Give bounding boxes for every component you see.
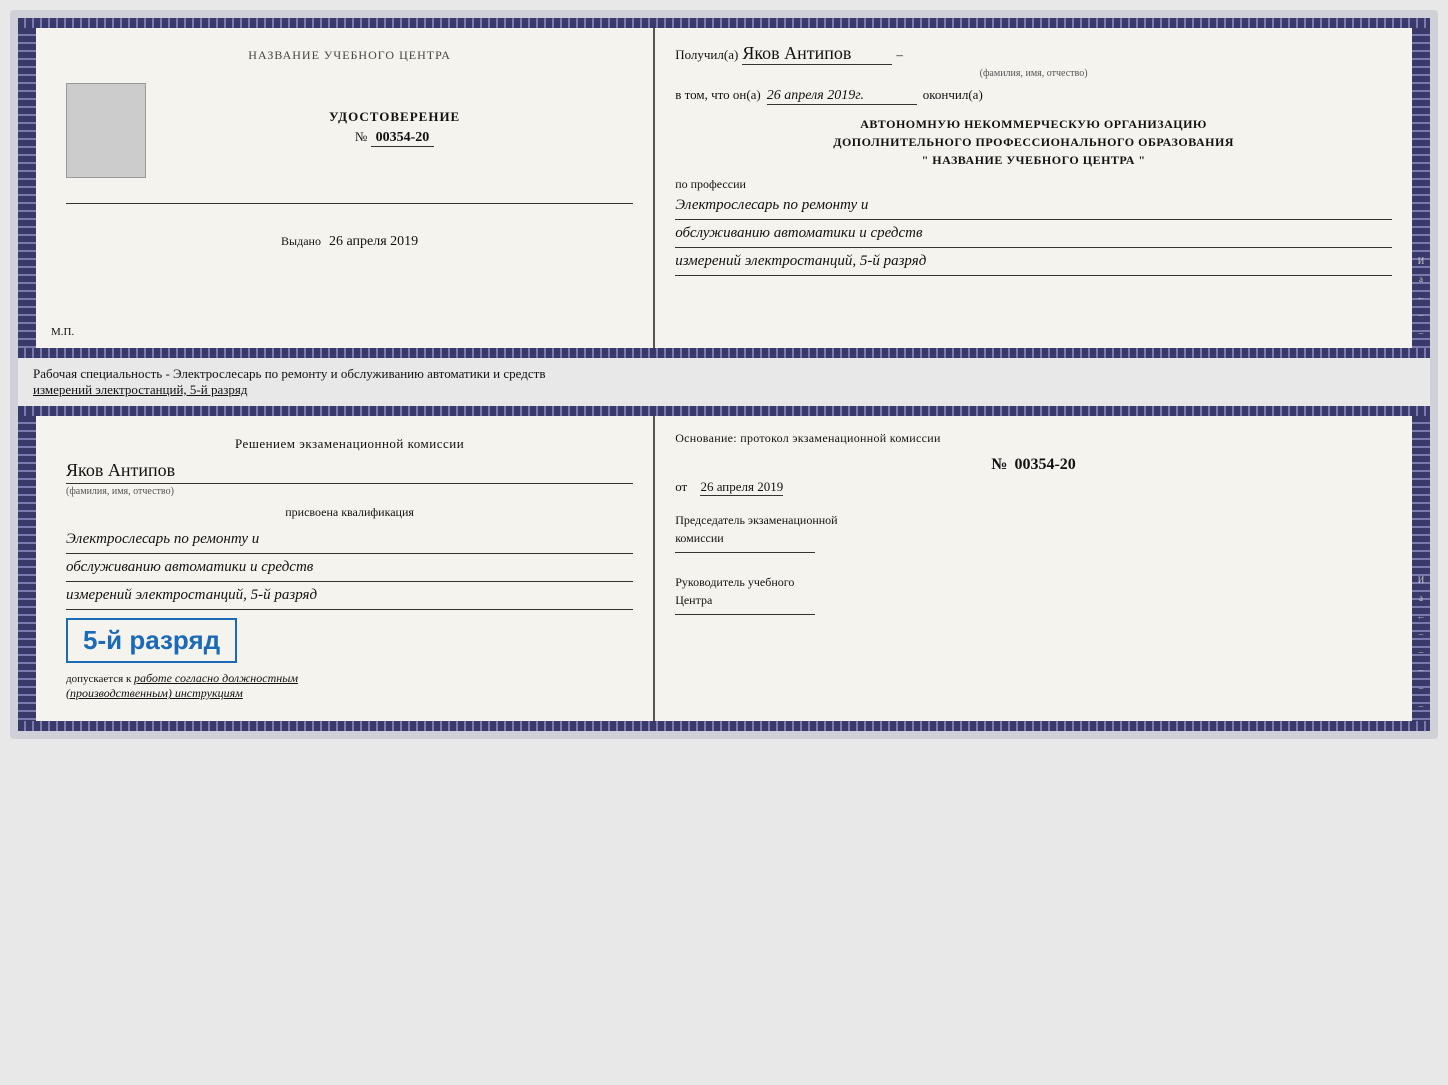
right-char-b2: а [1419,593,1423,603]
vtom-date: 26 апреля 2019г. [767,88,917,105]
doc1-right-panel: Получил(а) Яков Антипов – (фамилия, имя,… [655,28,1412,348]
doc2-left-panel: Решением экзаменационной комиссии Яков А… [36,416,655,721]
right-char-b5: – [1419,647,1424,657]
doc2-profession-line3: измерений электростанций, 5-й разряд [66,582,633,610]
udostoverenie-title: УДОСТОВЕРЕНИЕ [329,109,460,125]
predsedatel-signature-line [675,552,815,553]
right-char-b3: ← [1417,611,1426,621]
protocol-number: 00354-20 [1014,456,1075,473]
right-border-decoration-2: И а ← – – – – – [1412,416,1430,721]
predsedatel-line1: Председатель экзаменационной [675,511,1392,529]
ank-line2: ДОПОЛНИТЕЛЬНОГО ПРОФЕССИОНАЛЬНОГО ОБРАЗО… [675,133,1392,151]
profession-line1: Электрослесарь по ремонту и [675,192,1392,220]
doc2-fio-label: (фамилия, имя, отчество) [66,486,633,497]
fio-label: (фамилия, имя, отчество) [675,68,1392,79]
dopuskaetsya-label: допускается к [66,673,131,685]
vydano-label: Выдано [281,234,321,248]
udostoverenie-number: 00354-20 [371,130,435,147]
right-char-5: – [1419,328,1424,338]
right-char-b7: – [1419,683,1424,693]
middle-line2: измерений электростанций, 5-й разряд [33,382,1415,398]
predsedatel-line2: комиссии [675,529,1392,547]
po-professii-label: по профессии [675,177,1392,192]
profession-line2: обслуживанию автоматики и средств [675,220,1392,248]
right-border-decoration: И а ← – – [1412,28,1430,348]
okончил-label: окончил(а) [923,87,983,103]
ank-line3: " НАЗВАНИЕ УЧЕБНОГО ЦЕНТРА " [675,151,1392,169]
right-char-2: а [1419,274,1423,284]
vydano-date: 26 апреля 2019 [329,234,418,249]
doc1-left-panel: НАЗВАНИЕ УЧЕБНОГО ЦЕНТРА УДОСТОВЕРЕНИЕ №… [36,28,655,348]
osnovanie-label: Основание: протокол экзаменационной коми… [675,431,1392,446]
rukovoditel-line2: Центра [675,591,1392,609]
photo-placeholder [66,83,146,178]
doc2-right-panel: Основание: протокол экзаменационной коми… [655,416,1412,721]
ank-block: АВТОНОМНУЮ НЕКОММЕРЧЕСКУЮ ОРГАНИЗАЦИЮ ДО… [675,115,1392,169]
dopuskaetsya-block: допускается к работе согласно должностны… [66,671,633,701]
ot-block: от 26 апреля 2019 [675,479,1392,496]
vtom-label: в том, что он(а) [675,87,761,103]
right-char-b6: – [1419,665,1424,675]
razryad-text: 5-й разряд [83,625,220,656]
ot-label: от [675,479,687,494]
right-char-3: ← [1417,292,1426,302]
protocol-prefix: № [991,456,1007,473]
resheniem-title: Решением экзаменационной комиссии [66,436,633,452]
right-char-b4: – [1419,629,1424,639]
dopuskaetsya-value: работе согласно должностным [134,671,298,685]
ot-date: 26 апреля 2019 [700,479,783,496]
dopuskaetsya-value2: (производственным) инструкциям [66,686,243,700]
rukovoditel-line1: Руководитель учебного [675,573,1392,591]
ank-line1: АВТОНОМНУЮ НЕКОММЕРЧЕСКУЮ ОРГАНИЗАЦИЮ [675,115,1392,133]
doc2-fio-value: Яков Антипов [66,460,633,484]
mp-label: М.П. [51,326,74,338]
vydano-line: Выдано 26 апреля 2019 [281,234,418,250]
right-char-1: И [1418,256,1425,266]
left-border-decoration [18,28,36,348]
left-border-decoration-2 [18,416,36,721]
udostoverenie-block: УДОСТОВЕРЕНИЕ № 00354-20 [329,109,460,147]
protocol-number-block: № 00354-20 [675,456,1392,474]
right-char-4: – [1419,310,1424,320]
poluchil-value: Яков Антипов [742,43,892,65]
doc2-profession-line2: обслуживанию автоматики и средств [66,554,633,582]
predsedatel-block: Председатель экзаменационной комиссии [675,511,1392,553]
razryad-box: 5-й разряд [66,618,237,663]
poluchil-label: Получил(а) [675,47,738,63]
doc2-profession-line1: Электрослесарь по ремонту и [66,526,633,554]
prisvoena-label: присвоена квалификация [66,505,633,520]
right-char-b8: – [1419,701,1424,711]
rukovoditel-signature-line [675,614,815,615]
right-char-b1: И [1418,575,1425,585]
rukovoditel-block: Руководитель учебного Центра [675,573,1392,615]
middle-text-block: Рабочая специальность - Электрослесарь п… [18,358,1430,406]
number-prefix: № [355,129,367,144]
doc1-center-title: НАЗВАНИЕ УЧЕБНОГО ЦЕНТРА [248,48,451,63]
middle-line1: Рабочая специальность - Электрослесарь п… [33,366,1415,382]
dash: – [896,47,903,63]
profession-line3: измерений электростанций, 5-й разряд [675,248,1392,276]
